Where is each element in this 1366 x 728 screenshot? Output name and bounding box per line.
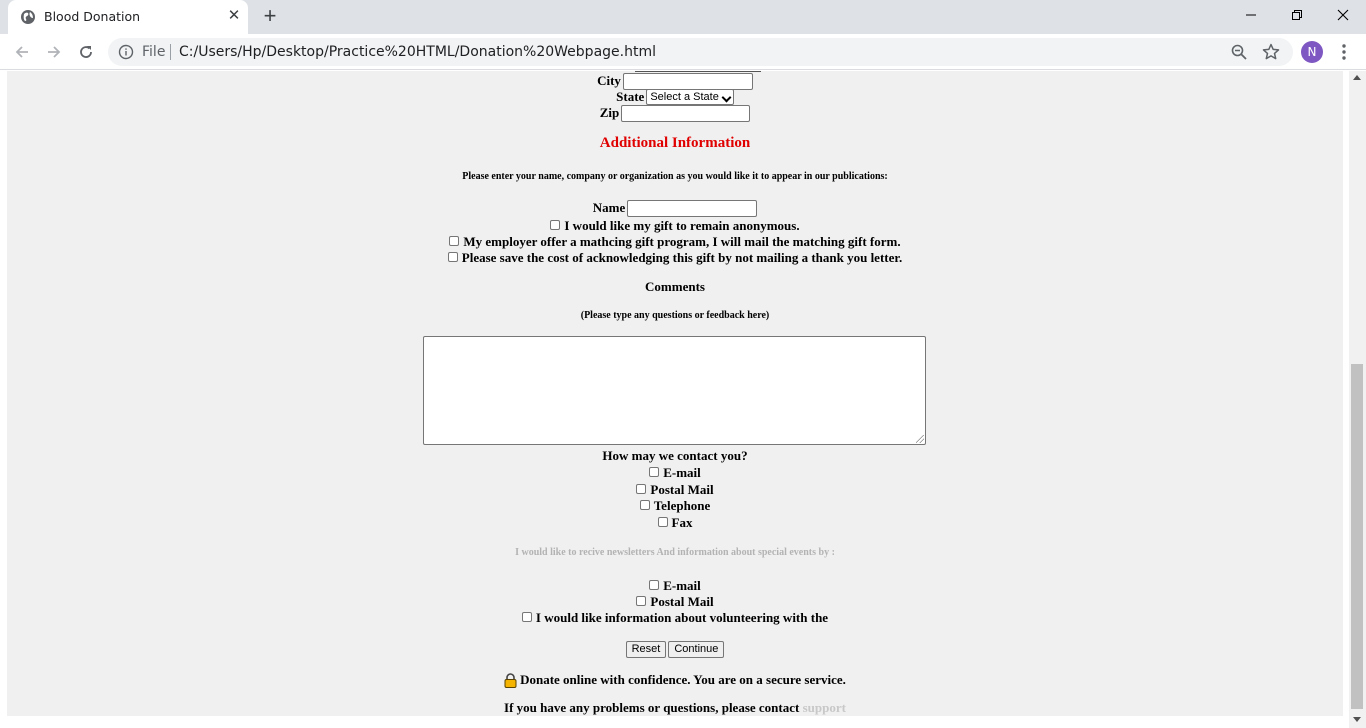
city-label: City	[597, 73, 621, 89]
reload-icon[interactable]	[73, 39, 99, 65]
continue-button[interactable]: Continue	[668, 640, 725, 658]
contact-question: How may we contact you?	[602, 448, 748, 463]
secure-text: Donate online with confidence. You are o…	[520, 672, 846, 688]
secure-notice: Donate online with confidence. You are o…	[7, 671, 1343, 688]
zip-input[interactable]	[621, 104, 751, 122]
no-thankyou-option: Please save the cost of acknowledging th…	[7, 249, 1343, 266]
contact-telephone-checkbox[interactable]	[639, 500, 650, 511]
contact-telephone-option: Telephone	[7, 497, 1343, 514]
new-tab-icon[interactable]: +	[258, 5, 282, 29]
zoom-out-icon[interactable]	[1230, 43, 1248, 61]
scheme-label: File	[142, 44, 166, 60]
minimize-icon[interactable]	[1228, 0, 1274, 30]
restore-icon[interactable]	[1274, 0, 1320, 30]
state-select[interactable]: Select a State	[646, 89, 734, 106]
volunteer-label: I would like information about volunteer…	[535, 610, 829, 626]
contact-fax-checkbox[interactable]	[657, 517, 668, 528]
url-text[interactable]: C:/Users/Hp/Desktop/Practice%20HTML/Dona…	[179, 44, 656, 60]
support-text: If you have any problems or questions, p…	[504, 700, 800, 716]
newsletter-email-option: E-mail	[7, 577, 1343, 594]
close-tab-icon[interactable]: ✕	[224, 6, 244, 26]
close-window-icon[interactable]	[1320, 0, 1366, 30]
scrollbar-thumb[interactable]	[1351, 364, 1363, 709]
contact-postal-label: Postal Mail	[650, 482, 714, 498]
support-link[interactable]: support	[803, 700, 846, 715]
padlock-icon	[504, 672, 517, 688]
newsletter-postal-option: Postal Mail	[7, 593, 1343, 610]
contact-email-label: E-mail	[663, 465, 701, 481]
browser-tab[interactable]: Blood Donation ✕	[8, 0, 248, 34]
form-actions: Reset Continue	[7, 640, 1343, 658]
publication-instruction: Please enter your name, company or organ…	[462, 171, 888, 182]
anonymous-label: I would like my gift to remain anonymous…	[564, 218, 800, 234]
contact-postal-option: Postal Mail	[7, 481, 1343, 498]
volunteer-option: I would like information about volunteer…	[7, 609, 1343, 626]
tab-title: Blood Donation	[44, 9, 141, 24]
state-label: State	[616, 89, 645, 105]
bookmark-star-icon[interactable]	[1261, 42, 1281, 62]
state-row: State Select a State	[7, 88, 1343, 106]
zip-row: Zip	[7, 104, 1343, 122]
contact-email-checkbox[interactable]	[649, 467, 660, 478]
contact-fax-option: Fax	[7, 514, 1343, 531]
page-viewport: City State Select a State Zip Additional …	[0, 71, 1366, 728]
name-input[interactable]	[627, 199, 758, 217]
browser-toolbar: File C:/Users/Hp/Desktop/Practice%20HTML…	[0, 34, 1366, 70]
newsletter-postal-checkbox[interactable]	[636, 596, 647, 607]
address-bar[interactable]: File C:/Users/Hp/Desktop/Practice%20HTML…	[108, 38, 1293, 66]
matching-gift-option: My employer offer a mathcing gift progra…	[7, 233, 1343, 250]
no-thankyou-label: Please save the cost of acknowledging th…	[461, 250, 903, 266]
zip-label: Zip	[599, 105, 620, 121]
volunteer-checkbox[interactable]	[521, 612, 532, 623]
newsletter-prompt: I would like to recive newsletters And i…	[515, 547, 835, 558]
city-row: City	[7, 72, 1343, 90]
name-row: Name	[7, 199, 1343, 217]
matching-gift-checkbox[interactable]	[449, 236, 460, 247]
back-arrow-icon[interactable]	[9, 39, 35, 65]
newsletter-email-label: E-mail	[663, 578, 701, 594]
comments-hint: (Please type any questions or feedback h…	[580, 310, 770, 321]
support-notice: If you have any problems or questions, p…	[7, 699, 1343, 716]
forward-arrow-icon[interactable]	[41, 39, 67, 65]
comments-textarea[interactable]	[423, 336, 926, 445]
anonymous-option: I would like my gift to remain anonymous…	[7, 217, 1343, 234]
newsletter-postal-label: Postal Mail	[650, 594, 714, 610]
profile-avatar[interactable]: N	[1301, 41, 1323, 63]
contact-postal-checkbox[interactable]	[636, 484, 647, 495]
globe-icon	[21, 10, 35, 24]
name-label: Name	[592, 200, 626, 216]
scroll-up-arrow-icon[interactable]	[1353, 75, 1361, 80]
resize-grip-icon[interactable]	[916, 435, 924, 443]
contact-fax-label: Fax	[671, 515, 693, 531]
contact-email-option: E-mail	[7, 464, 1343, 481]
donation-form: City State Select a State Zip Additional …	[7, 71, 1343, 716]
city-input[interactable]	[622, 72, 753, 90]
info-icon[interactable]	[118, 44, 134, 60]
tab-strip: Blood Donation ✕ +	[0, 0, 1366, 34]
matching-gift-label: My employer offer a mathcing gift progra…	[463, 234, 901, 250]
additional-info-heading: Additional Information	[599, 135, 751, 151]
scroll-down-arrow-icon[interactable]	[1353, 717, 1361, 722]
vertical-scrollbar[interactable]	[1349, 71, 1366, 728]
contact-telephone-label: Telephone	[653, 498, 711, 514]
no-thankyou-checkbox[interactable]	[447, 252, 458, 263]
reset-button[interactable]: Reset	[625, 640, 667, 658]
omnibox-divider	[170, 44, 171, 60]
more-menu-icon[interactable]	[1334, 42, 1354, 62]
newsletter-email-checkbox[interactable]	[649, 580, 660, 591]
anonymous-checkbox[interactable]	[550, 220, 561, 231]
comments-heading: Comments	[645, 279, 705, 294]
